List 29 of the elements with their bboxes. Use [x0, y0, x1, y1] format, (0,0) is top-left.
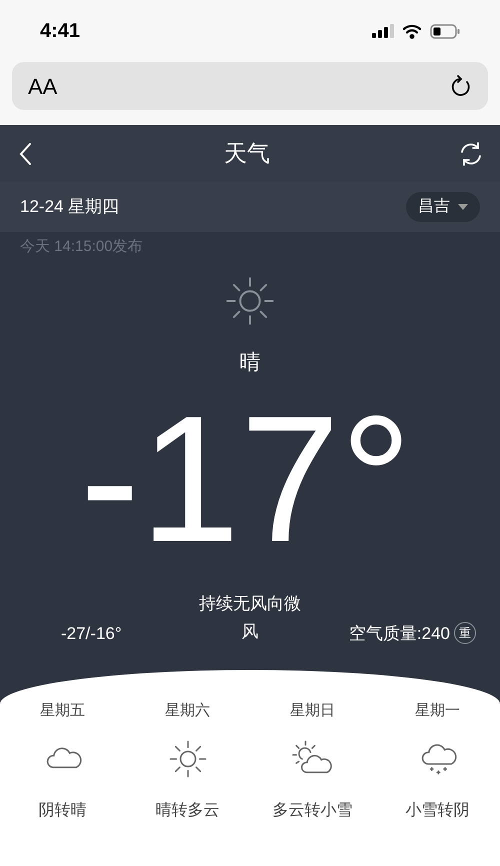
battery-icon: [430, 24, 460, 38]
publish-time: 今天 14:15:00发布: [19, 237, 144, 257]
temperature-range: -27/-16°: [60, 622, 123, 644]
forecast-day: 星期五: [40, 700, 85, 722]
temperature-reading: -17°: [78, 390, 414, 570]
city-selector[interactable]: 昌吉: [406, 192, 480, 222]
reload-icon[interactable]: [450, 74, 472, 98]
air-quality: 空气质量:240: [348, 622, 450, 644]
forecast-day: 星期六: [165, 700, 210, 722]
air-quality-badge: 重: [454, 622, 476, 644]
address-bar[interactable]: AA: [12, 62, 488, 110]
page-title: 天气: [224, 139, 270, 168]
forecast-day: 星期日: [290, 700, 335, 722]
text-size-button[interactable]: AA: [28, 70, 58, 102]
wifi-icon: [402, 24, 422, 38]
sun-icon: [224, 274, 276, 326]
forecast-condition: 多云转小雪: [272, 800, 352, 820]
date-label: 12-24 星期四: [20, 196, 120, 218]
refresh-icon[interactable]: [458, 140, 484, 166]
status-time: 4:41: [40, 19, 80, 44]
signal-icon: [372, 24, 394, 38]
forecast-condition: 晴转多云: [156, 800, 220, 820]
weather-condition: 晴: [238, 350, 262, 376]
wind-description: 持续无风向微风: [198, 593, 302, 643]
forecast-condition: 阴转晴: [38, 800, 86, 820]
forecast-day: 星期一: [415, 700, 460, 722]
sun-icon: [168, 738, 208, 778]
forecast-condition: 小雪转阴: [406, 800, 470, 820]
caret-icon: [458, 204, 468, 210]
